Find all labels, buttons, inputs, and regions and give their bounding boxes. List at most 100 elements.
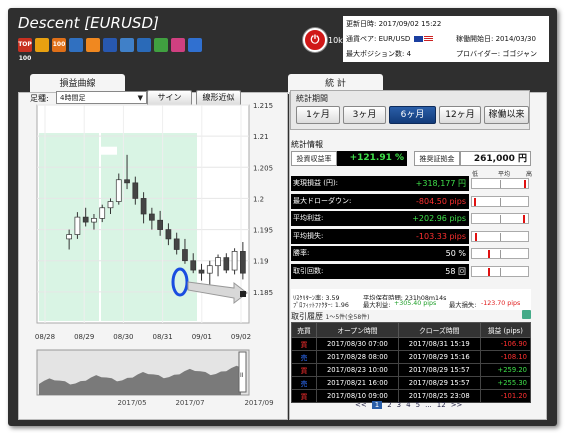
blue-circle-icon[interactable]: [188, 38, 202, 52]
stats-row-value: +202.96 pips: [387, 211, 469, 226]
history-header: クローズ時間: [397, 322, 481, 338]
history-side: 買: [291, 363, 317, 377]
history-open-time: 2017/08/21 16:00: [316, 376, 399, 390]
history-header: オープン時間: [316, 322, 399, 338]
profit-factor-text: ﾌﾟﾛﾌｨｯﾄﾌｧｸﾀｰ: 1.96: [293, 302, 349, 309]
pager-page[interactable]: 5: [416, 401, 420, 409]
power-icon[interactable]: ⏻: [303, 28, 327, 52]
stats-row-label: 平均損失:: [291, 228, 387, 244]
max-loss-label: 最大損失:: [449, 302, 477, 309]
stats-row-value: 58 回: [387, 263, 469, 279]
period-button[interactable]: 稼働以来: [484, 106, 529, 124]
profit-curve-panel: [18, 92, 288, 420]
eu-flag-icon: [413, 36, 423, 42]
range-average-mark: [500, 197, 501, 206]
period-button[interactable]: 3ヶ月: [343, 106, 386, 124]
stats-row-value: 50 %: [387, 246, 469, 261]
info-box: 更新日時: 2017/09/02 15:22 通貨ペア: EUR/USD 最大ポ…: [343, 16, 549, 62]
margin-value: 261,000 円: [460, 151, 531, 166]
stats-row: 平均利益: +202.96 pips: [291, 211, 531, 226]
history-pips: -106.90: [479, 337, 532, 351]
linear-approx-button[interactable]: 線形近似: [196, 90, 241, 106]
history-pips: +255.30: [479, 376, 532, 390]
pair-info: 通貨ペア: EUR/USD: [346, 34, 433, 44]
history-side: 売: [291, 376, 317, 390]
provider-info: プロバイダー: ゴゴジャン: [456, 49, 537, 59]
export-icon[interactable]: [522, 310, 531, 319]
updated-label: 更新日時:: [346, 20, 377, 28]
history-open-time: 2017/08/28 08:00: [316, 350, 399, 364]
range-value-mark: [473, 197, 476, 206]
max-position-label: 最大ポジション数:: [346, 50, 405, 58]
period-button[interactable]: 6ヶ月: [389, 106, 436, 124]
history-row[interactable]: 買 2017/08/23 10:00 2017/08/29 15:57 +259.20: [291, 363, 532, 377]
orange-badge-icon[interactable]: 100: [52, 38, 66, 52]
provider-label: プロバイダー:: [456, 50, 501, 58]
history-row[interactable]: 売 2017/08/28 08:00 2017/08/29 15:16 -108.10: [291, 350, 532, 364]
stats-row-label: 最大ドローダウン:: [291, 193, 387, 209]
start-info: 稼働開始日: 2014/03/30: [456, 34, 536, 44]
history-pips: +259.20: [479, 363, 532, 377]
pager-page[interactable]: 4: [406, 401, 410, 409]
top-100-badge-icon[interactable]: TOP 100: [18, 38, 32, 62]
us-flag-icon: [423, 36, 433, 42]
orange-square-icon[interactable]: [86, 38, 100, 52]
return-value: +121.91 %: [337, 151, 407, 166]
stats-row-value: -103.33 pips: [387, 228, 469, 244]
stats-range-bar: [471, 195, 529, 207]
max-profit-value: +305.40 pips: [394, 300, 437, 307]
window-title: Descent [EURUSD]: [18, 14, 159, 32]
range-value-mark: [475, 232, 478, 241]
updated-info: 更新日時: 2017/09/02 15:22: [346, 19, 441, 29]
stats-row-label: 勝率:: [291, 246, 387, 261]
stats-title: 統計情報: [291, 140, 323, 149]
history-close-time: 2017/08/29 15:57: [397, 363, 481, 377]
timeframe-value: 4時間足: [60, 94, 86, 102]
stats-range-bar: [471, 230, 529, 242]
max-position-info: 最大ポジション数: 4: [346, 49, 411, 59]
pager-page[interactable]: 12: [437, 401, 446, 409]
pager-page[interactable]: ...: [425, 401, 432, 409]
history-row[interactable]: 買 2017/08/30 07:00 2017/08/31 15:19 -106.90: [291, 337, 532, 351]
pager-page[interactable]: 2: [387, 401, 391, 409]
blue-square-icon[interactable]: [103, 38, 117, 52]
timeframe-select[interactable]: 4時間足 ▼: [56, 91, 147, 104]
period-button[interactable]: 1ヶ月: [296, 106, 340, 124]
updated-value: 2017/09/02 15:22: [378, 20, 442, 28]
margin-label: 推奨証拠金: [414, 151, 460, 166]
chevron-down-icon: ▼: [137, 94, 143, 102]
stats-range-bar: [471, 248, 529, 259]
crossed-tools-icon[interactable]: [120, 38, 134, 52]
pager-page[interactable]: 1: [371, 401, 383, 409]
history-row[interactable]: 売 2017/08/21 16:00 2017/08/29 15:57 +255.30: [291, 376, 532, 390]
history-header-row: 売買 オープン時間 クローズ時間 損益 (pips): [291, 322, 532, 338]
range-average-mark: [500, 267, 501, 276]
range-average-mark: [500, 250, 501, 258]
pager-page[interactable]: 3: [397, 401, 401, 409]
history-count: 1〜5件(全58件): [325, 314, 370, 321]
range-value-mark: [523, 215, 526, 223]
history-title-text: 取引履歴: [291, 312, 323, 321]
provider-value: ゴゴジャン: [502, 50, 537, 58]
stats-row-value: -804.50 pips: [387, 193, 469, 209]
pager-prev[interactable]: <<: [355, 401, 367, 409]
trophy-badge-icon[interactable]: [69, 38, 83, 52]
flower-badge-icon[interactable]: [137, 38, 151, 52]
max-profit-label: 最大利益:: [363, 302, 391, 309]
max-position-value: 4: [406, 50, 412, 58]
pager-next[interactable]: >>: [451, 401, 463, 409]
green-arrow-icon[interactable]: [154, 38, 168, 52]
power-label: 10k: [328, 36, 343, 45]
sign-button[interactable]: サイン: [147, 90, 192, 106]
history-side: 買: [291, 389, 317, 403]
yellow-badge-icon[interactable]: [35, 38, 49, 52]
max-profit-loss: ﾌﾟﾛﾌｨｯﾄﾌｧｸﾀｰ: 1.96 最大利益: +305.40 pips 最大…: [291, 300, 531, 310]
period-button[interactable]: 12ヶ月: [439, 106, 481, 124]
stats-range-bar: [471, 213, 529, 224]
history-open-time: 2017/08/30 07:00: [316, 337, 399, 351]
stats-row-label: 実現損益 (円):: [291, 176, 387, 191]
pink-badge-icon[interactable]: [171, 38, 185, 52]
pair-value: EUR/USD: [378, 35, 411, 43]
history-title: 取引履歴 1〜5件(全58件): [291, 311, 370, 322]
stats-row: 勝率: 50 %: [291, 246, 531, 261]
